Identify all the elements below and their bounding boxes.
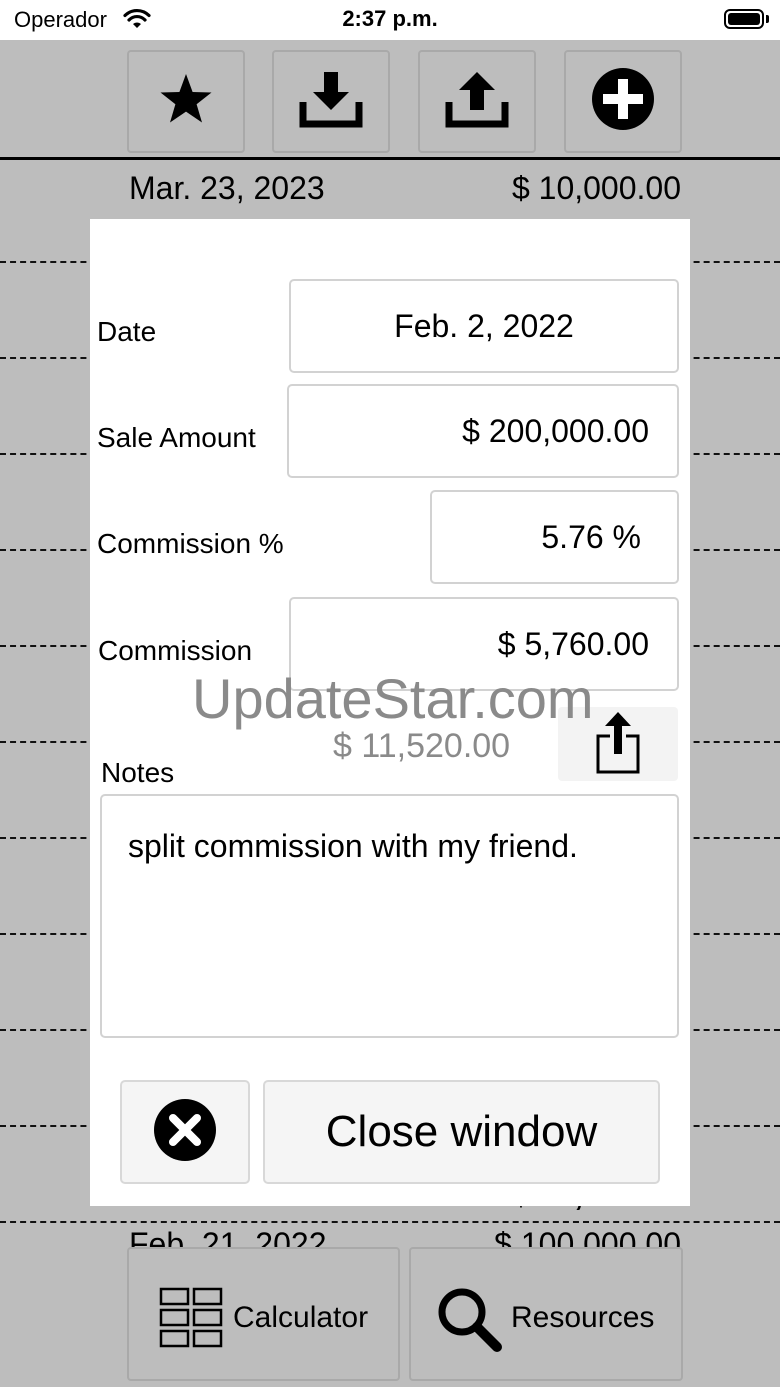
date-value: Feb. 2, 2022: [394, 307, 574, 344]
list-item-date: Mar. 23, 2023: [129, 170, 325, 206]
close-window-label: Close window: [325, 1107, 598, 1156]
resources-label: Resources: [511, 1301, 655, 1334]
toolbar-divider: [0, 157, 780, 160]
status-bar: Operador 2:37 p.m.: [0, 0, 780, 40]
date-field[interactable]: Feb. 2, 2022: [289, 279, 679, 373]
clock: 2:37 p.m.: [342, 6, 438, 31]
commission-percent-field[interactable]: 5.76 %: [430, 490, 679, 584]
download-icon: [299, 70, 363, 133]
sale-amount-field[interactable]: $ 200,000.00: [287, 384, 679, 478]
import-button[interactable]: [272, 50, 390, 153]
sale-amount-label: Sale Amount: [97, 422, 256, 453]
favorites-button[interactable]: [127, 50, 245, 153]
notes-value: split commission with my friend.: [128, 828, 578, 864]
upload-icon: [445, 70, 509, 133]
sale-amount-value: $ 200,000.00: [462, 412, 649, 449]
commission-percent-label: Commission %: [97, 528, 284, 559]
close-window-button[interactable]: Close window: [263, 1080, 660, 1184]
notes-label: Notes: [101, 757, 175, 788]
total-commission: $ 11,520.00: [333, 727, 511, 765]
close-circle-icon: [153, 1098, 217, 1167]
star-icon: [158, 72, 214, 131]
add-circle-icon: [591, 67, 655, 136]
notes-textarea[interactable]: split commission with my friend.: [100, 794, 679, 1038]
date-label: Date: [97, 316, 157, 347]
export-button[interactable]: [418, 50, 536, 153]
calculator-label: Calculator: [233, 1301, 369, 1334]
list-item[interactable]: Mar. 23, 2023 $ 10,000.00: [0, 168, 780, 212]
commission-percent-value: 5.76 %: [541, 518, 641, 555]
add-button[interactable]: [564, 50, 682, 153]
calculator-button[interactable]: Calculator: [127, 1247, 400, 1381]
grid-icon: [159, 1287, 223, 1354]
commission-label: Commission: [98, 635, 253, 666]
battery-cap: [766, 15, 769, 23]
delete-entry-button[interactable]: [120, 1080, 250, 1184]
watermark: UpdateStar.com: [192, 667, 594, 730]
commission-value: $ 5,760.00: [497, 625, 649, 662]
resources-button[interactable]: Resources: [409, 1247, 683, 1381]
search-icon: [437, 1287, 503, 1358]
share-icon: [595, 710, 641, 779]
list-item-amount: $ 10,000.00: [511, 170, 681, 206]
battery-icon: [724, 9, 764, 29]
